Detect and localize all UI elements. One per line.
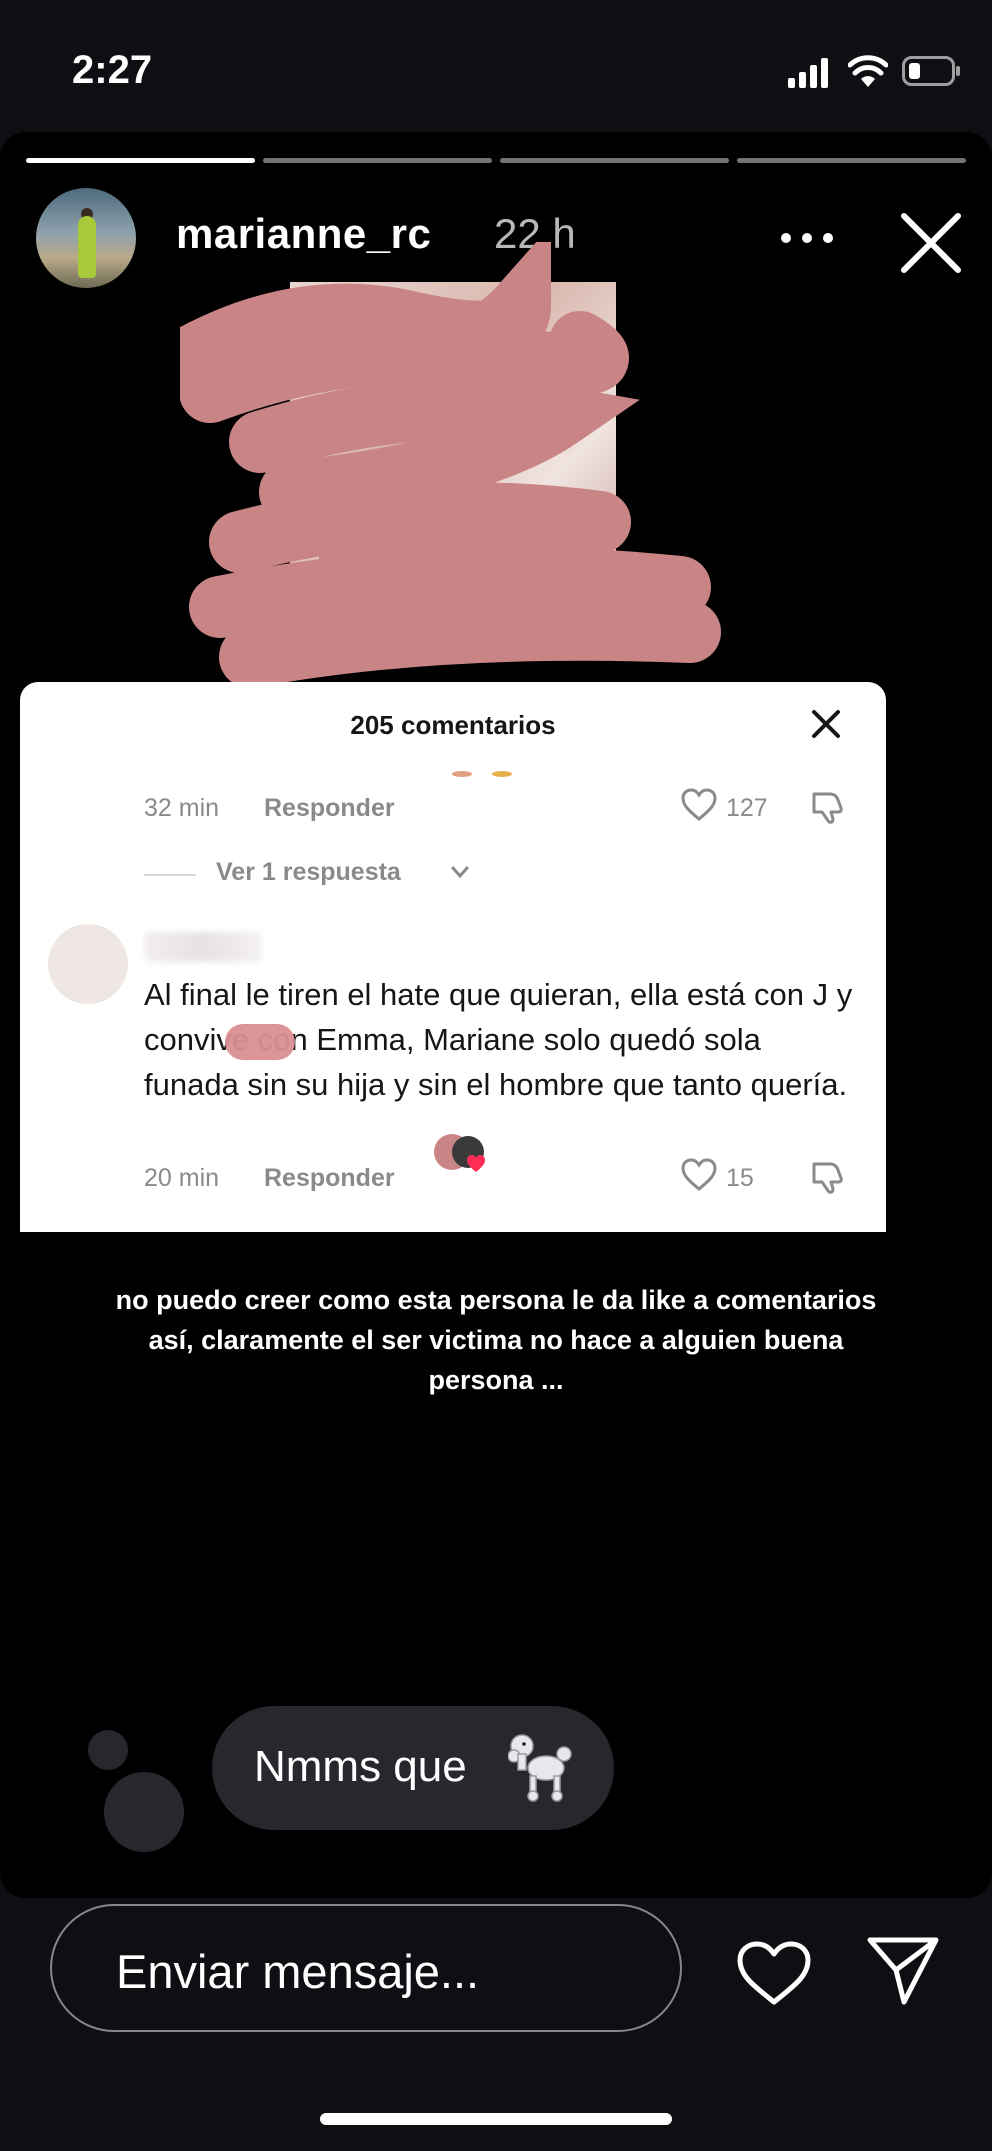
- comments-count: 205 comentarios: [350, 710, 556, 740]
- send-icon[interactable]: [866, 1936, 940, 2006]
- message-placeholder: Enviar mensaje...: [116, 1945, 480, 1998]
- heart-icon[interactable]: [736, 1940, 812, 2006]
- dislike-icon[interactable]: [810, 788, 846, 824]
- like-count: 15: [726, 1164, 754, 1192]
- story-caption: no puedo creer como esta persona le da l…: [115, 1285, 877, 1395]
- heart-icon[interactable]: [680, 788, 718, 822]
- comment-time: 32 min: [144, 794, 220, 822]
- status-bar: 2:27: [0, 0, 992, 130]
- like-count: 127: [726, 794, 768, 822]
- comment-card: 205 comentarios 32 min Responder 127 Ver…: [20, 682, 886, 1232]
- more-horizontal-icon[interactable]: [780, 232, 834, 244]
- battery-icon: [902, 56, 960, 86]
- emoji-fragment-icon: [452, 771, 512, 777]
- home-indicator: [320, 2113, 672, 2125]
- story-progress-bars: [26, 158, 966, 164]
- view-replies-label: Ver 1 respuesta: [216, 858, 401, 886]
- comment-time: 20 min: [144, 1164, 220, 1192]
- status-time: 2:27: [72, 48, 153, 92]
- avatar[interactable]: [36, 188, 136, 288]
- progress-segment: [263, 158, 492, 163]
- reply-text: Nmms que: [254, 1742, 467, 1791]
- poodle-icon: [508, 1734, 572, 1802]
- name-redaction: [225, 1024, 295, 1060]
- story-frame[interactable]: marianne_rc 22 h 205 comentarios 32 min …: [0, 132, 992, 1898]
- wifi-icon: [848, 55, 888, 87]
- commenter-name-redacted: [144, 932, 262, 962]
- progress-segment: [26, 158, 255, 163]
- close-icon[interactable]: [898, 210, 964, 276]
- bubble-dot: [88, 1730, 128, 1770]
- progress-segment: [500, 158, 729, 163]
- reply-bubble: Nmms que: [212, 1706, 614, 1830]
- cellular-signal-icon: [788, 58, 828, 88]
- reply-button[interactable]: Responder: [264, 794, 395, 823]
- commenter-avatar[interactable]: [48, 924, 128, 1004]
- chevron-down-icon: [451, 866, 469, 879]
- redaction-scribble: [180, 242, 721, 688]
- reply-button[interactable]: Responder: [264, 1164, 395, 1193]
- view-replies-button[interactable]: Ver 1 respuesta: [144, 858, 544, 898]
- dislike-icon[interactable]: [810, 1158, 846, 1194]
- creator-liked-icon: [434, 1134, 485, 1172]
- bubble-dot: [104, 1772, 184, 1852]
- heart-icon[interactable]: [680, 1158, 718, 1192]
- close-icon[interactable]: [810, 708, 842, 740]
- progress-segment: [737, 158, 966, 163]
- message-input[interactable]: Enviar mensaje...: [50, 1904, 682, 2032]
